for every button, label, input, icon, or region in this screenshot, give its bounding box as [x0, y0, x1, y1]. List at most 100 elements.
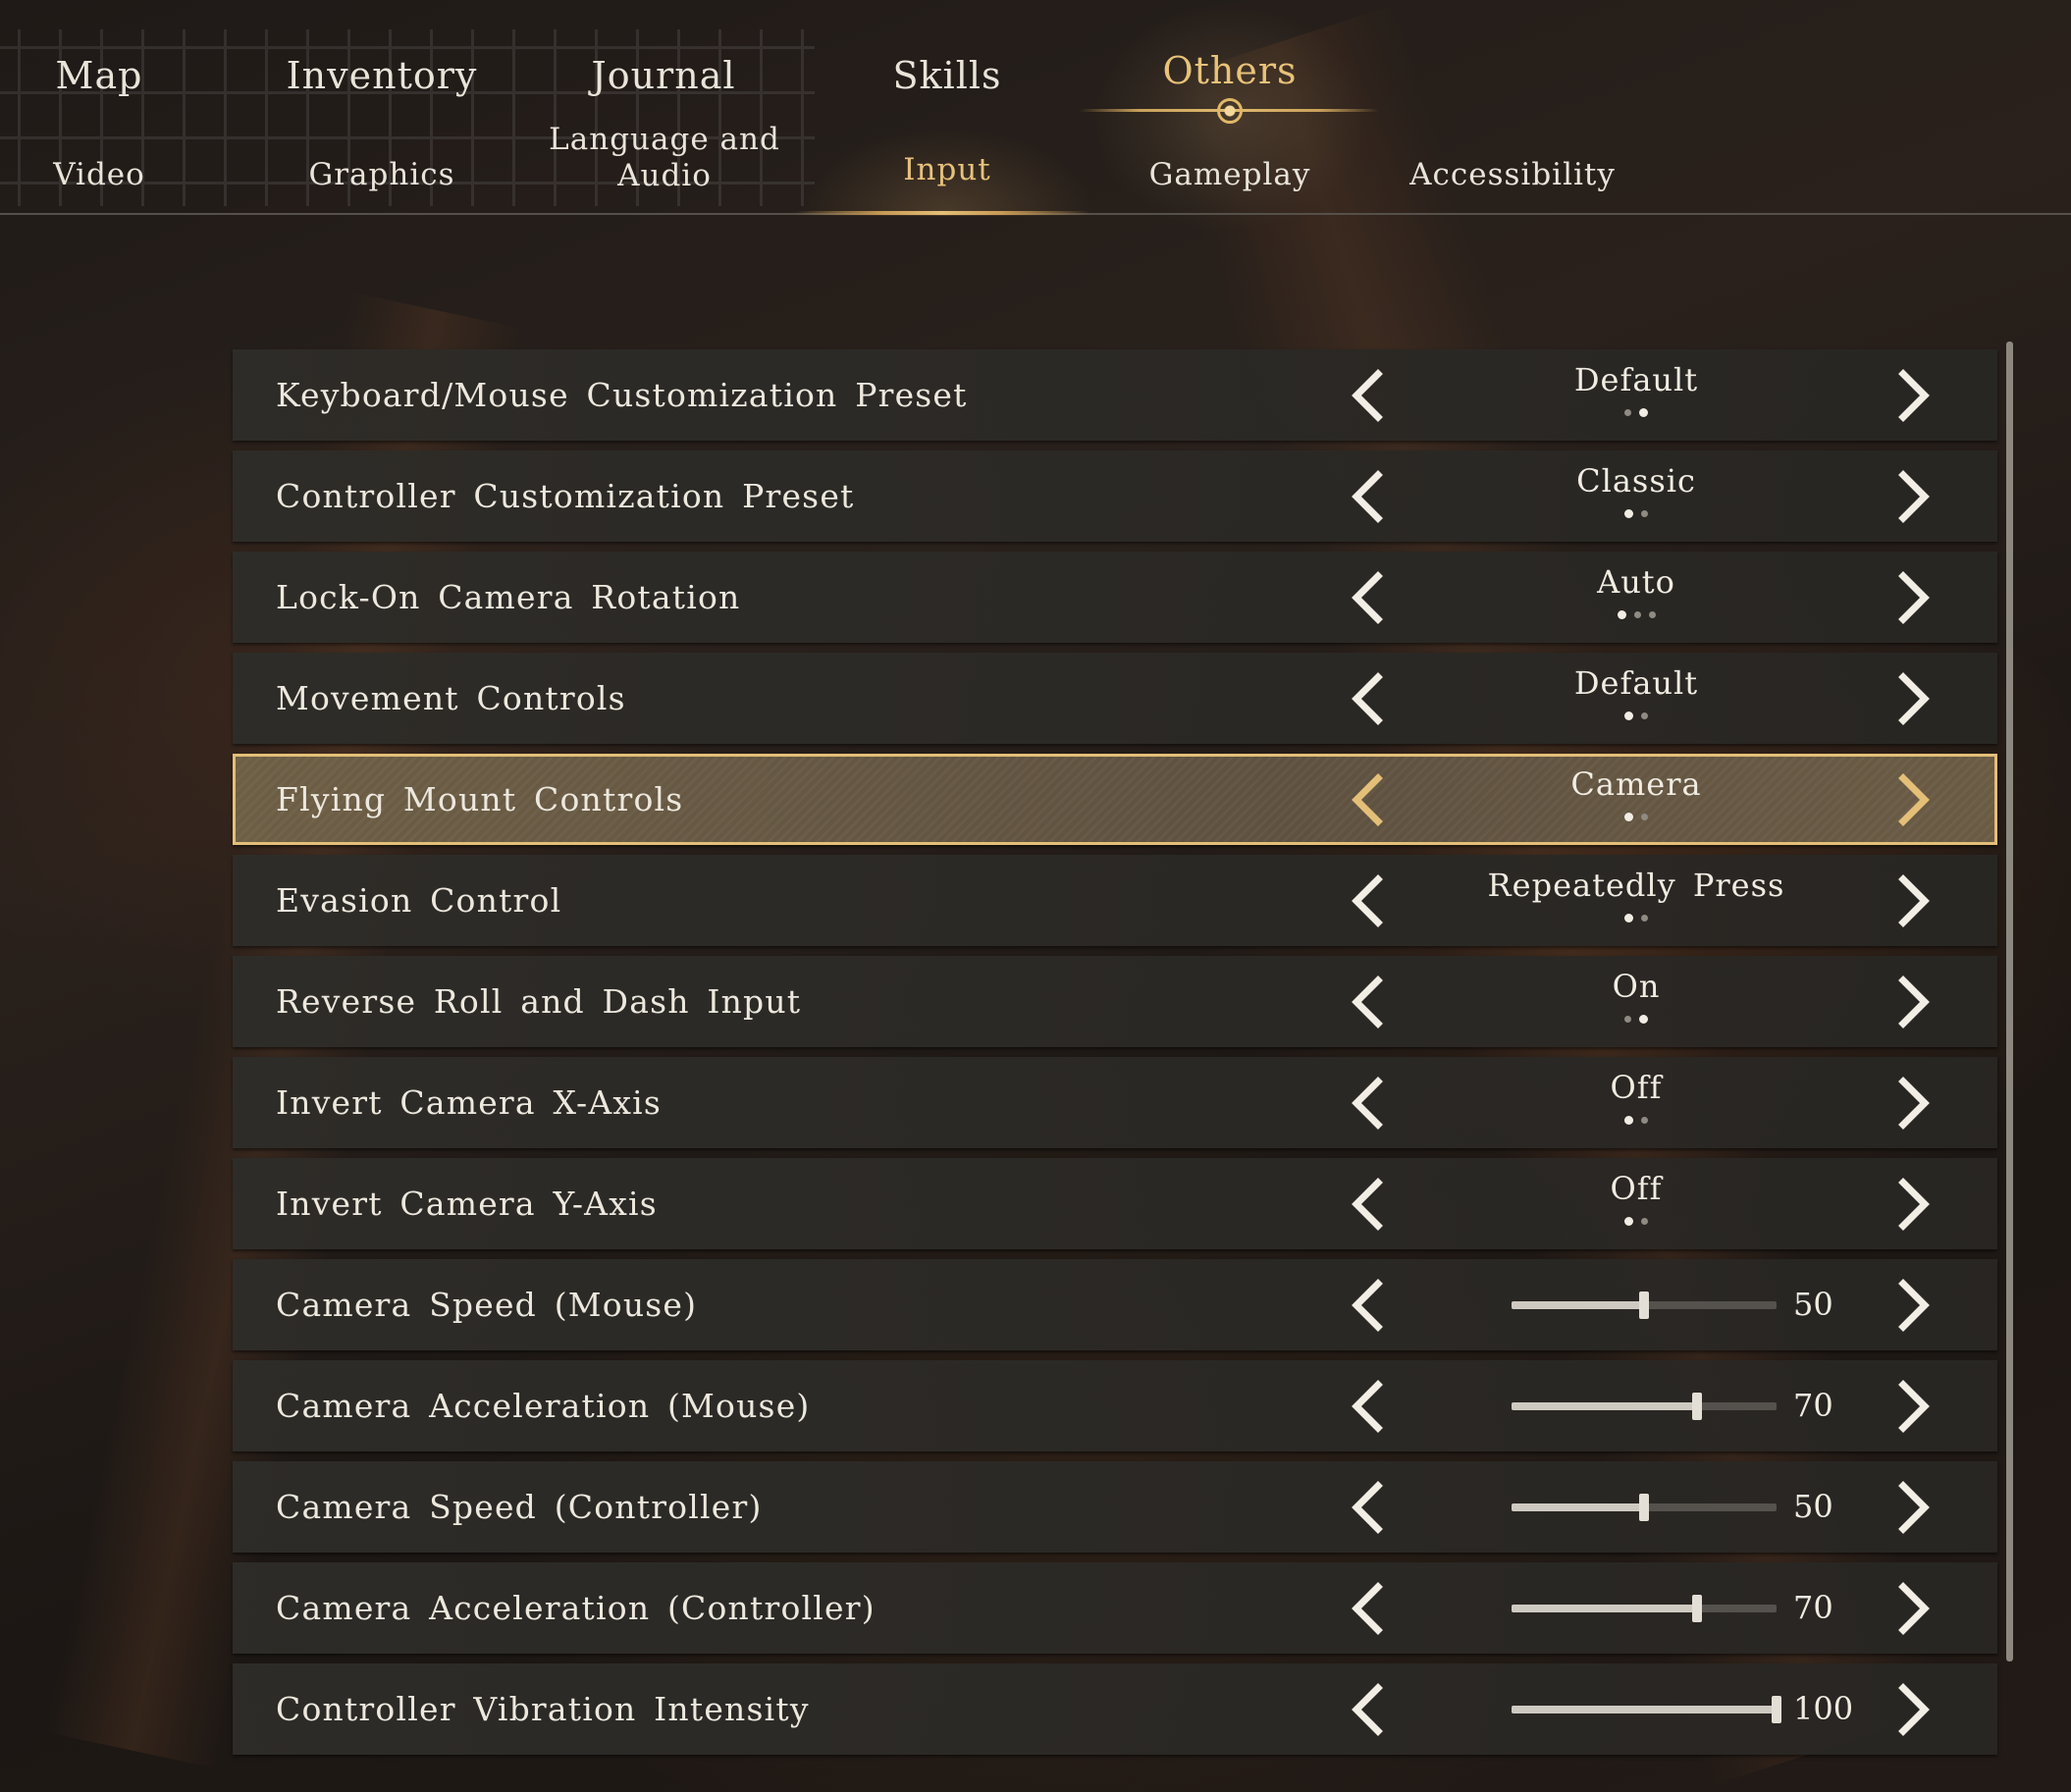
setting-label: Camera Acceleration (Controller) — [276, 1589, 876, 1627]
setting-row[interactable]: Camera Acceleration (Mouse) 70 — [233, 1360, 1997, 1451]
option-value: Repeatedly Press — [1440, 867, 1832, 922]
tab-skills[interactable]: Skills — [892, 54, 1001, 97]
setting-label: Reverse Roll and Dash Input — [276, 982, 802, 1021]
setting-row[interactable]: Movement Controls Default — [233, 653, 1997, 744]
chevron-right-icon[interactable] — [1884, 1579, 1942, 1638]
setting-row[interactable]: Camera Speed (Controller) 50 — [233, 1461, 1997, 1553]
setting-row[interactable]: Controller Vibration Intensity 100 — [233, 1663, 1997, 1755]
option-indicator — [1440, 503, 1832, 518]
chevron-right-icon[interactable] — [1884, 1478, 1942, 1537]
setting-label: Invert Camera X-Axis — [276, 1083, 663, 1122]
option-indicator-dot — [1624, 509, 1633, 518]
chevron-left-icon[interactable] — [1339, 1175, 1398, 1234]
chevron-right-icon[interactable] — [1884, 669, 1942, 728]
setting-label: Movement Controls — [276, 679, 626, 717]
chevron-left-icon[interactable] — [1339, 770, 1398, 829]
setting-row[interactable]: Evasion Control Repeatedly Press — [233, 855, 1997, 946]
chevron-right-icon[interactable] — [1884, 1175, 1942, 1234]
chevron-left-icon[interactable] — [1339, 669, 1398, 728]
tab-gameplay[interactable]: Gameplay — [1149, 157, 1311, 193]
chevron-right-icon[interactable] — [1884, 973, 1942, 1031]
chevron-right-icon[interactable] — [1884, 467, 1942, 526]
chevron-left-icon[interactable] — [1339, 1680, 1398, 1739]
option-value: Classic — [1440, 462, 1832, 518]
tab-inventory[interactable]: Inventory — [287, 54, 478, 97]
option-indicator-dot — [1624, 409, 1631, 416]
option-indicator — [1440, 402, 1832, 417]
tab-others[interactable]: Others — [1162, 49, 1297, 92]
tab-language-and-audio[interactable]: Language and Audio — [549, 122, 780, 194]
chevron-left-icon[interactable] — [1339, 366, 1398, 425]
slider-handle[interactable] — [1692, 1393, 1702, 1420]
chevron-right-icon[interactable] — [1884, 1074, 1942, 1133]
setting-slider[interactable] — [1512, 1494, 1777, 1521]
setting-slider[interactable] — [1512, 1696, 1781, 1723]
setting-row[interactable]: Controller Customization Preset Classic — [233, 450, 1997, 542]
option-indicator-dot — [1624, 1016, 1631, 1023]
setting-value: Default — [1573, 361, 1699, 398]
setting-row[interactable]: Invert Camera X-Axis Off — [233, 1057, 1997, 1148]
option-value: On — [1440, 968, 1832, 1024]
chevron-right-icon[interactable] — [1884, 1377, 1942, 1436]
chevron-right-icon[interactable] — [1884, 1276, 1942, 1335]
chevron-left-icon[interactable] — [1339, 568, 1398, 627]
chevron-right-icon[interactable] — [1884, 770, 1942, 829]
slider-handle[interactable] — [1639, 1494, 1649, 1521]
option-value: Off — [1440, 1069, 1832, 1125]
option-indicator — [1440, 908, 1832, 922]
chevron-left-icon[interactable] — [1339, 1478, 1398, 1537]
tab-map[interactable]: Map — [56, 54, 143, 97]
option-indicator — [1440, 807, 1832, 821]
tab-journal[interactable]: Journal — [591, 54, 735, 97]
option-value: Default — [1440, 361, 1832, 417]
scrollbar[interactable] — [2006, 342, 2013, 1661]
chevron-right-icon[interactable] — [1884, 568, 1942, 627]
setting-slider[interactable] — [1512, 1393, 1777, 1420]
tab-input[interactable]: Input — [903, 152, 990, 188]
setting-label: Controller Vibration Intensity — [276, 1690, 810, 1728]
chevron-left-icon[interactable] — [1339, 1276, 1398, 1335]
slider-fill — [1512, 1301, 1644, 1309]
chevron-right-icon[interactable] — [1884, 871, 1942, 930]
slider-value: 100 — [1793, 1690, 1854, 1727]
slider-handle[interactable] — [1639, 1291, 1649, 1319]
slider-handle[interactable] — [1772, 1696, 1781, 1723]
input-tab-underline — [795, 211, 1089, 215]
option-indicator-dot — [1624, 1116, 1633, 1125]
option-indicator-dot — [1648, 611, 1656, 618]
setting-slider[interactable] — [1512, 1291, 1777, 1319]
chevron-left-icon[interactable] — [1339, 1377, 1398, 1436]
option-value: Default — [1440, 664, 1832, 720]
setting-row[interactable]: Lock-On Camera Rotation Auto — [233, 552, 1997, 643]
option-indicator-dot — [1641, 712, 1648, 719]
chevron-left-icon[interactable] — [1339, 1579, 1398, 1638]
setting-row[interactable]: Reverse Roll and Dash Input On — [233, 956, 1997, 1047]
setting-label: Flying Mount Controls — [276, 780, 684, 818]
setting-label: Camera Speed (Mouse) — [276, 1286, 698, 1324]
chevron-right-icon[interactable] — [1884, 1680, 1942, 1739]
setting-value: Off — [1610, 1170, 1663, 1207]
slider-handle[interactable] — [1692, 1595, 1702, 1622]
chevron-right-icon[interactable] — [1884, 366, 1942, 425]
setting-slider[interactable] — [1512, 1595, 1777, 1622]
setting-label: Keyboard/Mouse Customization Preset — [276, 376, 968, 414]
setting-row[interactable]: Invert Camera Y-Axis Off — [233, 1158, 1997, 1249]
tab-video[interactable]: Video — [53, 157, 145, 193]
setting-value: On — [1612, 968, 1661, 1005]
setting-row[interactable]: Camera Speed (Mouse) 50 — [233, 1259, 1997, 1350]
option-indicator — [1440, 1009, 1832, 1024]
chevron-left-icon[interactable] — [1339, 467, 1398, 526]
setting-label: Invert Camera Y-Axis — [276, 1185, 658, 1223]
setting-row[interactable]: Keyboard/Mouse Customization Preset Defa… — [233, 349, 1997, 441]
chevron-left-icon[interactable] — [1339, 973, 1398, 1031]
chevron-left-icon[interactable] — [1339, 1074, 1398, 1133]
chevron-left-icon[interactable] — [1339, 871, 1398, 930]
option-value: Camera — [1440, 765, 1832, 821]
option-indicator — [1440, 706, 1832, 720]
option-indicator-dot — [1641, 814, 1648, 820]
setting-row[interactable]: Camera Acceleration (Controller) 70 — [233, 1562, 1997, 1654]
tab-accessibility[interactable]: Accessibility — [1409, 157, 1616, 193]
active-tab-marker-icon — [1217, 98, 1243, 124]
tab-graphics[interactable]: Graphics — [308, 157, 454, 193]
setting-row[interactable]: Flying Mount Controls Camera — [233, 754, 1997, 845]
